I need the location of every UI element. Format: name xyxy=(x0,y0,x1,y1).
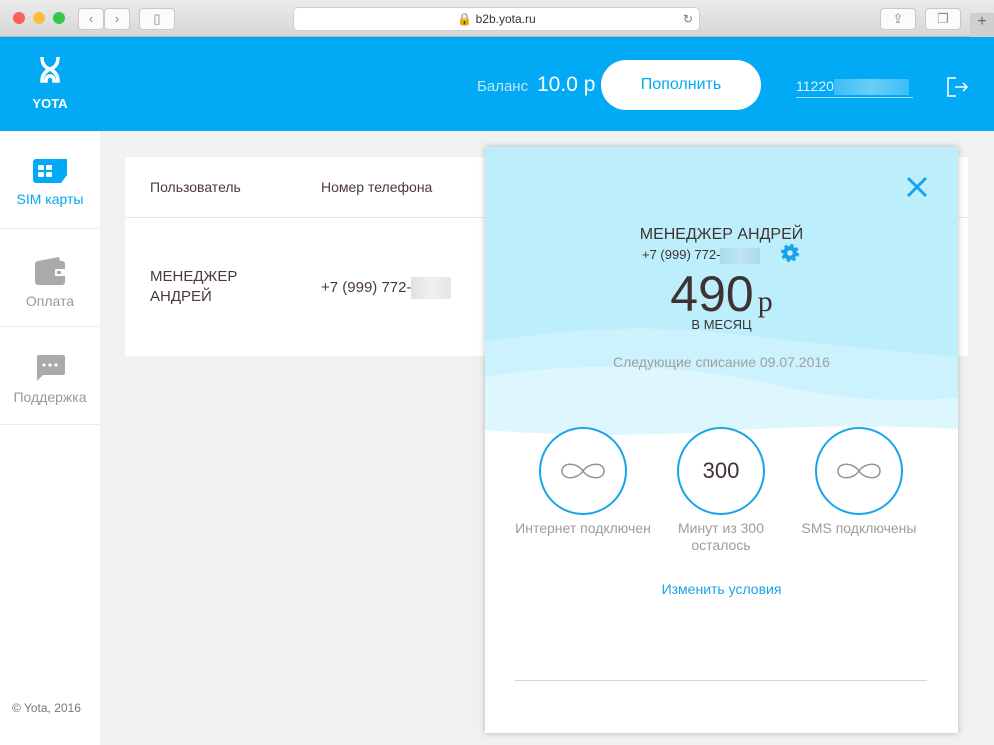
wallet-icon xyxy=(35,257,65,285)
url-text: b2b.yota.ru xyxy=(475,12,536,26)
phone-number: +7 (999) 772- xyxy=(321,278,412,296)
lock-icon: 🔒 xyxy=(457,12,473,26)
sidebar: SIM карты Оплата Поддержка xyxy=(0,131,100,745)
redacted xyxy=(833,79,909,96)
change-conditions-link[interactable]: Изменить условия xyxy=(485,581,958,597)
sidebar-toggle-icon[interactable]: ▯ xyxy=(139,8,175,30)
sim-card-icon xyxy=(33,159,67,183)
infinity-icon xyxy=(837,463,881,479)
address-bar[interactable]: 🔒 b2b.yota.ru ↻ xyxy=(293,7,700,31)
reload-icon[interactable]: ↻ xyxy=(683,8,693,30)
internet-label: Интернет подключен xyxy=(515,520,651,536)
sidebar-label: Оплата xyxy=(25,293,75,309)
tabs-icon[interactable]: ❐ xyxy=(925,8,961,30)
currency: р xyxy=(757,285,773,318)
sim-details-popup: МЕНЕДЖЕР АНДРЕЙ +7 (999) 772- 490 р В МЕС… xyxy=(485,147,958,733)
forward-button[interactable]: › xyxy=(104,8,130,30)
redacted xyxy=(720,247,761,264)
redacted xyxy=(411,277,452,299)
chat-icon xyxy=(37,355,65,381)
sidebar-item-payment[interactable]: Оплата xyxy=(0,229,100,327)
browser-toolbar: ‹ › ▯ 🔒 b2b.yota.ru ↻ ⇪ ❐ + xyxy=(0,0,994,37)
back-button[interactable]: ‹ xyxy=(78,8,104,30)
internet-circle xyxy=(539,427,627,515)
logo-text: YOTA xyxy=(32,96,68,111)
sidebar-item-sim-cards[interactable]: SIM карты xyxy=(0,131,100,229)
gear-icon[interactable] xyxy=(780,243,800,263)
popup-user-name: МЕНЕДЖЕР АНДРЕЙ xyxy=(639,226,804,243)
minutes-circle: 300 xyxy=(677,427,765,515)
popup-phone: +7 (999) 772- xyxy=(642,247,721,262)
close-window-button[interactable] xyxy=(13,12,25,24)
balance-value: 10.0 р xyxy=(537,73,596,96)
minutes-value: 300 xyxy=(702,458,740,483)
new-tab-button[interactable]: + xyxy=(970,13,994,37)
sms-circle xyxy=(815,427,903,515)
sms-label: SMS подключены xyxy=(801,520,917,536)
logout-icon[interactable] xyxy=(947,77,969,97)
column-header-user: Пользователь xyxy=(150,179,241,195)
yota-logo-icon xyxy=(40,56,60,83)
minutes-label: Минут из 300 осталось xyxy=(677,520,764,553)
share-icon[interactable]: ⇪ xyxy=(880,8,916,30)
balance-label: Баланс xyxy=(477,78,529,95)
change-conditions-text[interactable]: Изменить условия xyxy=(662,581,782,597)
minimize-window-button[interactable] xyxy=(33,12,45,24)
maximize-window-button[interactable] xyxy=(53,12,65,24)
yota-logo[interactable]: YOTA xyxy=(30,55,70,111)
user-name: МЕНЕДЖЕР АНДРЕЙ xyxy=(150,268,238,305)
tariff-price: 490 р xyxy=(485,265,958,323)
top-header: YOTA Баланс 10.0 р Пополнить 11220 xyxy=(0,37,994,131)
close-icon[interactable] xyxy=(905,175,929,199)
account-link[interactable]: 11220 xyxy=(796,78,913,99)
topup-button[interactable]: Пополнить xyxy=(601,60,761,110)
price-period: В МЕСЯЦ xyxy=(691,317,752,332)
infinity-icon xyxy=(561,463,605,479)
next-charge-date: Следующие списание 09.07.2016 xyxy=(613,354,830,370)
account-number: 11220 xyxy=(796,78,834,94)
sidebar-label: Поддержка xyxy=(13,389,87,405)
sidebar-item-support[interactable]: Поддержка xyxy=(0,327,100,425)
price-value: 490 xyxy=(670,266,754,322)
sidebar-label: SIM карты xyxy=(16,191,84,207)
column-header-phone: Номер телефона xyxy=(321,179,433,195)
copyright: © Yota, 2016 xyxy=(12,701,81,715)
divider xyxy=(515,680,927,681)
